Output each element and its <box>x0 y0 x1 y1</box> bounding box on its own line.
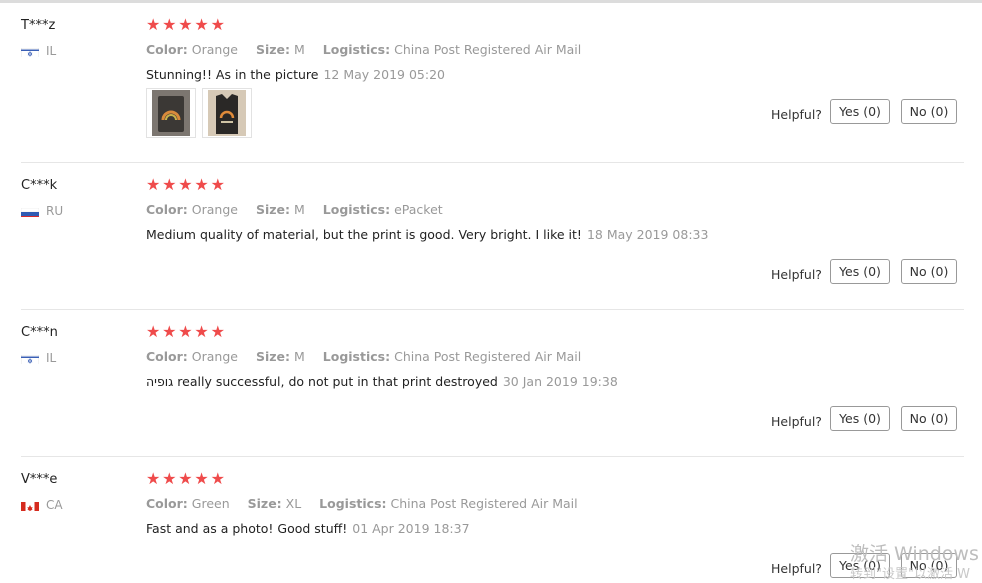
review-body: גופיה really successful, do not put in t… <box>146 374 498 389</box>
reviewer-name: T***z <box>21 18 56 33</box>
helpful-no-button[interactable]: No (0) <box>901 99 957 124</box>
star-rating: ★ ★ ★ ★ ★ <box>146 176 227 194</box>
star-icon: ★ <box>210 469 225 488</box>
star-icon: ★ <box>146 15 161 34</box>
color-value: Green <box>191 496 230 511</box>
star-icon: ★ <box>162 175 177 194</box>
israel-flag-icon <box>21 352 39 364</box>
color-value: Orange <box>191 42 238 57</box>
review-text: Stunning!! As in the picture 12 May 2019 … <box>146 67 445 82</box>
review-photos <box>146 88 258 138</box>
logistics-value: China Post Registered Air Mail <box>390 496 578 511</box>
logistics-label: Logistics: <box>322 349 391 364</box>
helpful-no-button[interactable]: No (0) <box>901 259 957 284</box>
logistics-label: Logistics: <box>319 496 387 511</box>
star-icon: ★ <box>194 15 209 34</box>
review-divider <box>21 309 964 310</box>
reviewer-name: C***k <box>21 178 58 193</box>
review-divider <box>21 162 964 163</box>
color-label: Color: <box>146 42 188 57</box>
order-attributes: Color: Green Size: XL Logistics: China P… <box>146 496 578 511</box>
review-divider <box>21 456 964 457</box>
color-value: Orange <box>191 202 238 217</box>
star-icon: ★ <box>162 322 177 341</box>
country-code: IL <box>46 44 57 58</box>
country-code: CA <box>46 498 63 512</box>
helpful-label: Helpful? <box>771 561 822 576</box>
star-icon: ★ <box>194 175 209 194</box>
size-label: Size: <box>255 349 290 364</box>
top-border <box>0 0 982 3</box>
reviewer-name: C***n <box>21 325 58 340</box>
helpful-label: Helpful? <box>771 107 822 122</box>
country-code: IL <box>46 351 57 365</box>
review-date: 18 May 2019 08:33 <box>586 227 709 242</box>
reviewer-country: RU <box>21 204 63 218</box>
review-text: גופיה really successful, do not put in t… <box>146 374 618 389</box>
order-attributes: Color: Orange Size: M Logistics: ePacket <box>146 202 443 217</box>
size-value: XL <box>285 496 302 511</box>
logistics-value: China Post Registered Air Mail <box>394 349 582 364</box>
color-value: Orange <box>191 349 238 364</box>
canada-flag-icon <box>21 499 39 511</box>
logistics-value: China Post Registered Air Mail <box>394 42 582 57</box>
review-text: Fast and as a photo! Good stuff! 01 Apr 2… <box>146 521 470 536</box>
star-icon: ★ <box>194 469 209 488</box>
country-code: RU <box>46 204 64 218</box>
size-label: Size: <box>255 42 290 57</box>
star-icon: ★ <box>178 322 193 341</box>
helpful-yes-button[interactable]: Yes (0) <box>830 99 890 124</box>
star-icon: ★ <box>146 469 161 488</box>
review-photo[interactable] <box>202 88 252 138</box>
review-body: Stunning!! As in the picture <box>146 67 319 82</box>
review-photo[interactable] <box>146 88 196 138</box>
size-value: M <box>293 202 305 217</box>
reviewer-country: IL <box>21 44 56 58</box>
size-label: Size: <box>247 496 282 511</box>
star-icon: ★ <box>194 322 209 341</box>
color-label: Color: <box>146 202 188 217</box>
color-label: Color: <box>146 496 188 511</box>
star-icon: ★ <box>178 175 193 194</box>
star-icon: ★ <box>178 469 193 488</box>
order-attributes: Color: Orange Size: M Logistics: China P… <box>146 42 581 57</box>
helpful-label: Helpful? <box>771 414 822 429</box>
review-body: Medium quality of material, but the prin… <box>146 227 582 242</box>
logistics-label: Logistics: <box>322 202 391 217</box>
review-body: Fast and as a photo! Good stuff! <box>146 521 348 536</box>
star-icon: ★ <box>146 175 161 194</box>
review-date: 01 Apr 2019 18:37 <box>352 521 470 536</box>
logistics-label: Logistics: <box>322 42 391 57</box>
color-label: Color: <box>146 349 188 364</box>
size-value: M <box>293 42 305 57</box>
star-icon: ★ <box>146 322 161 341</box>
helpful-yes-button[interactable]: Yes (0) <box>830 259 890 284</box>
windows-activation-hint: 转到"设置"以激活 W <box>850 567 970 582</box>
review-date: 12 May 2019 05:20 <box>323 67 445 82</box>
helpful-no-button[interactable]: No (0) <box>901 406 957 431</box>
star-icon: ★ <box>210 322 225 341</box>
reviewer-country: IL <box>21 351 56 365</box>
logistics-value: ePacket <box>394 202 443 217</box>
star-icon: ★ <box>178 15 193 34</box>
star-rating: ★ ★ ★ ★ ★ <box>146 470 227 488</box>
reviewer-country: CA <box>21 498 63 512</box>
star-icon: ★ <box>162 15 177 34</box>
star-icon: ★ <box>210 175 225 194</box>
size-label: Size: <box>255 202 290 217</box>
windows-activation-watermark: 激活 Windows <box>850 543 979 565</box>
israel-flag-icon <box>21 45 39 57</box>
helpful-label: Helpful? <box>771 267 822 282</box>
review-date: 30 Jan 2019 19:38 <box>502 374 618 389</box>
review-text: Medium quality of material, but the prin… <box>146 227 708 242</box>
reviewer-name: V***e <box>21 472 58 487</box>
star-rating: ★ ★ ★ ★ ★ <box>146 323 227 341</box>
order-attributes: Color: Orange Size: M Logistics: China P… <box>146 349 581 364</box>
star-icon: ★ <box>162 469 177 488</box>
star-icon: ★ <box>210 15 225 34</box>
size-value: M <box>293 349 305 364</box>
star-rating: ★ ★ ★ ★ ★ <box>146 16 227 34</box>
russia-flag-icon <box>21 205 39 217</box>
helpful-yes-button[interactable]: Yes (0) <box>830 406 890 431</box>
